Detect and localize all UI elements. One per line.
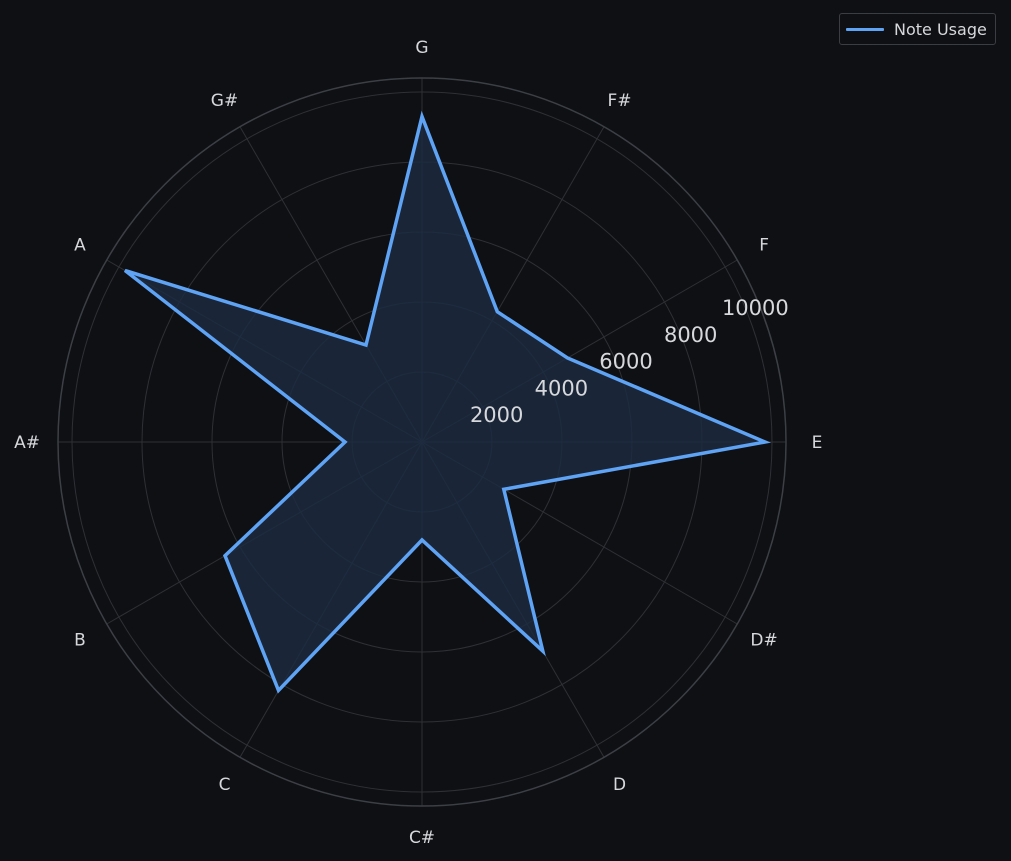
- category-label-c: C: [219, 775, 231, 795]
- category-label-g: G: [415, 38, 428, 58]
- radial-tick-label-2000: 2000: [470, 403, 523, 427]
- category-label-c-sharp: C#: [409, 828, 435, 848]
- category-label-f: F: [759, 236, 769, 256]
- series-layer: [123, 110, 772, 694]
- legend-swatch-note-usage: [846, 27, 884, 31]
- category-label-b: B: [74, 631, 86, 651]
- radial-tick-label-10000: 10000: [722, 296, 789, 320]
- series-polygon-0: [123, 110, 772, 694]
- category-label-d: D: [613, 775, 626, 795]
- category-label-e: E: [812, 433, 823, 453]
- category-label-g-sharp: G#: [211, 91, 238, 111]
- category-label-a-sharp: A#: [14, 433, 40, 453]
- legend-label-note-usage: Note Usage: [894, 19, 987, 39]
- category-label-f-sharp: F#: [607, 91, 631, 111]
- radar-chart: 2000 4000 6000 8000 10000 E F F# G G# A A# B C C# D D# N…: [0, 0, 1011, 861]
- radial-tick-label-4000: 4000: [535, 376, 588, 400]
- category-label-d-sharp: D#: [750, 631, 777, 651]
- radial-tick-label-6000: 6000: [599, 350, 652, 374]
- radial-tick-label-8000: 8000: [664, 323, 717, 347]
- radar-plot: 2000 4000 6000 800010000 E F F# G G# A A# B C C# D D#: [14, 38, 823, 848]
- legend: Note Usage: [839, 13, 996, 45]
- category-label-a: A: [74, 236, 86, 256]
